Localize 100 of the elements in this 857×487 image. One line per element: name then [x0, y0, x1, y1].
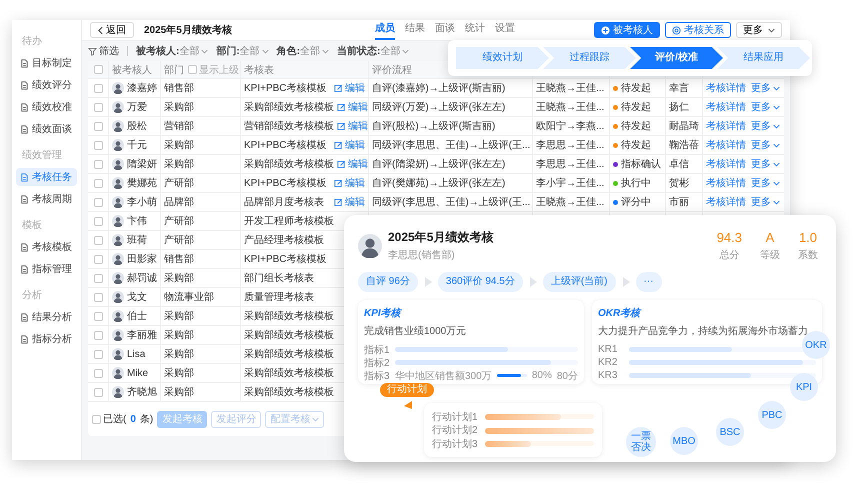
checkbox[interactable] [94, 216, 102, 226]
person-name: 田影家 [127, 252, 157, 266]
more-link[interactable]: 更多 [751, 157, 780, 171]
details-link[interactable]: 考核详情 [706, 138, 746, 152]
sidebar-group-title: 待办 [21, 34, 43, 49]
caret-icon [773, 200, 780, 204]
checkbox[interactable] [94, 65, 102, 74]
flow-chip[interactable]: 360评价 94.5分 [438, 272, 523, 292]
table-cell-text: 营销部 [164, 120, 194, 133]
tab[interactable]: 设置 [495, 20, 515, 40]
sidebar-item[interactable]: 考核任务 [16, 168, 77, 186]
process-step[interactable]: 结果应用 [717, 47, 810, 69]
show-superior-checkbox[interactable]: 显示上级 [188, 62, 239, 76]
checkbox[interactable] [94, 254, 102, 264]
add-button[interactable]: 被考核人 [594, 22, 660, 38]
filter-dropdown[interactable]: 当前状态:全部 [337, 44, 410, 58]
sidebar-item[interactable]: 考核模板 [16, 238, 77, 256]
more-link[interactable]: 更多 [751, 176, 780, 190]
flow-chip[interactable]: 自评 96分 [358, 272, 418, 292]
tab[interactable]: 统计 [465, 20, 485, 40]
more-link[interactable]: 更多 [751, 138, 780, 152]
avatar-icon [112, 101, 124, 113]
person-name: Lisa [127, 348, 146, 360]
details-link[interactable]: 考核详情 [706, 176, 746, 190]
more-link[interactable]: 更多 [751, 100, 780, 114]
back-button[interactable]: 返回 [90, 22, 134, 38]
checkbox[interactable] [94, 102, 102, 112]
checkbox[interactable] [94, 198, 102, 206]
method-bubble: 一票否决 [626, 427, 656, 457]
process-step[interactable]: 过程跟踪 [543, 47, 636, 69]
edit-link[interactable]: 编辑 [337, 119, 368, 133]
edit-link[interactable]: 编辑 [334, 195, 365, 209]
details-link[interactable]: 考核详情 [706, 100, 746, 114]
edit-icon [334, 140, 343, 150]
person-name: 漆嘉婷 [127, 82, 157, 95]
person-name: 伯士 [127, 310, 147, 323]
filter-dropdown[interactable]: 部门:全部 [216, 44, 269, 58]
edit-link[interactable]: 编辑 [334, 176, 365, 190]
sidebar-item[interactable]: 绩效校准 [16, 98, 77, 116]
sidebar-item[interactable]: 目标制定 [16, 54, 77, 72]
edit-link[interactable]: 编辑 [337, 157, 368, 171]
details-link[interactable]: 考核详情 [706, 119, 746, 133]
document-icon [20, 312, 29, 322]
more-link[interactable]: 更多 [751, 119, 780, 133]
avatar-icon [112, 253, 124, 265]
checkbox[interactable] [94, 312, 102, 320]
more-button[interactable]: 更多 [736, 22, 782, 38]
tab[interactable]: 结果 [405, 20, 425, 40]
stat-value: 94.3 [716, 230, 742, 244]
checkbox[interactable] [94, 388, 102, 396]
filter-dropdown[interactable]: 角色:全部 [276, 44, 330, 58]
column-header: 被考核人 [112, 64, 152, 76]
checkbox[interactable] [94, 178, 102, 188]
edit-link[interactable]: 编辑 [334, 138, 365, 152]
flow-chip[interactable]: 上级评(当前) [542, 272, 616, 292]
checkbox[interactable] [94, 84, 102, 92]
checkbox[interactable] [92, 414, 101, 424]
more-link[interactable]: 更多 [751, 81, 780, 95]
avatar-icon [112, 158, 124, 170]
process-step[interactable]: 绩效计划 [456, 47, 549, 69]
sidebar-item[interactable]: 绩效评分 [16, 76, 77, 94]
checkbox[interactable] [94, 330, 102, 340]
column-header: 评价流程 [372, 64, 412, 76]
checkbox[interactable] [94, 140, 102, 150]
checkbox[interactable] [94, 368, 102, 378]
checkbox[interactable] [94, 160, 102, 168]
indicator-label: KR2 [598, 357, 618, 368]
relation-button[interactable]: 考核关系 [665, 22, 731, 38]
sidebar-item[interactable]: 绩效面谈 [16, 120, 77, 138]
table-cell-text: 李思思→王佳... [536, 138, 604, 152]
table-cell-text: 产研部 [164, 176, 194, 190]
details-link[interactable]: 考核详情 [706, 81, 746, 95]
sidebar-item[interactable]: 指标管理 [16, 260, 77, 278]
sidebar-item[interactable]: 考核周期 [16, 190, 77, 208]
person-name: 樊娜苑 [127, 176, 157, 190]
table-cell-text: 部门组长考核表 [244, 272, 314, 285]
checkbox[interactable] [94, 350, 102, 358]
edit-icon [334, 198, 343, 206]
tab[interactable]: 成员 [375, 20, 395, 40]
edit-link[interactable]: 编辑 [334, 81, 365, 95]
table-cell-text: 李思思→王佳... [536, 158, 604, 171]
filter-dropdown[interactable]: 被考核人:全部 [136, 44, 208, 58]
table-cell-text: 产研部 [164, 214, 194, 228]
tab[interactable]: 面谈 [435, 20, 455, 40]
more-link[interactable]: 更多 [751, 195, 780, 209]
checkbox[interactable] [94, 122, 102, 130]
table-cell-text: KPI+PBC考核模板 [244, 176, 327, 190]
checkbox[interactable] [94, 236, 102, 244]
details-link[interactable]: 考核详情 [706, 157, 746, 171]
process-step[interactable]: 评价/校准 [630, 47, 723, 69]
checkbox[interactable] [94, 292, 102, 302]
details-link[interactable]: 考核详情 [706, 195, 746, 209]
document-icon [20, 172, 29, 182]
card-subtitle: 李思思(销售部) [388, 248, 456, 262]
flow-chip[interactable]: ··· [636, 272, 662, 292]
table-cell-text: 同级评(李思思、王佳)→上级评(王... [372, 196, 530, 209]
checkbox[interactable] [94, 274, 102, 282]
sidebar-item[interactable]: 结果分析 [16, 308, 77, 326]
edit-link[interactable]: 编辑 [337, 100, 368, 114]
sidebar-item[interactable]: 指标分析 [16, 330, 77, 348]
